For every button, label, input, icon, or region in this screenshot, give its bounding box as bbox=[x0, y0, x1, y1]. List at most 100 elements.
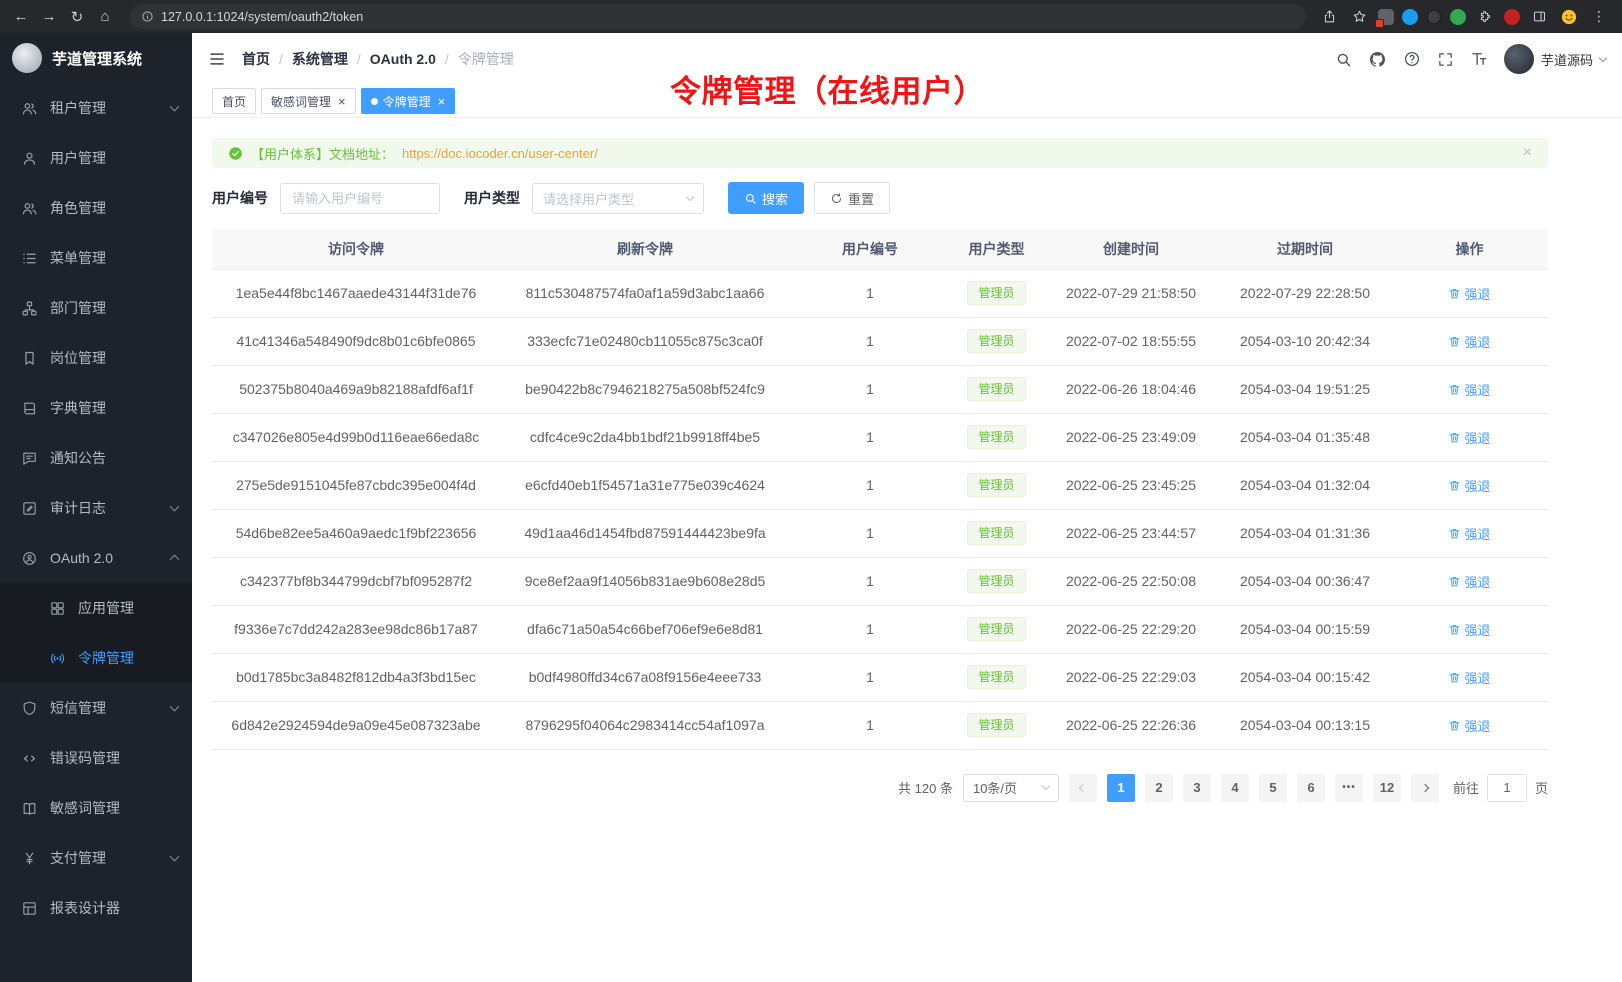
next-page-button[interactable] bbox=[1411, 774, 1439, 802]
screen: ← → ↻ ⌂ 127.0.0.1:1024/system/oauth2/tok… bbox=[0, 0, 1622, 982]
extension-icon-3[interactable] bbox=[1426, 9, 1442, 25]
home-icon[interactable]: ⌂ bbox=[92, 4, 118, 30]
page-button-1[interactable]: 1 bbox=[1107, 774, 1135, 802]
site-info-icon[interactable] bbox=[141, 10, 154, 23]
tab-home[interactable]: 首页 bbox=[212, 88, 256, 114]
page-size-select[interactable]: 10条/页 bbox=[963, 774, 1059, 802]
force-logout-button[interactable]: 强退 bbox=[1448, 524, 1490, 543]
close-icon[interactable]: × bbox=[338, 95, 346, 108]
user-id-cell: 1 bbox=[790, 413, 950, 461]
sidebar-item-pay[interactable]: 支付管理 bbox=[0, 833, 192, 883]
sidebar-item-role[interactable]: 角色管理 bbox=[0, 183, 192, 233]
share-icon[interactable] bbox=[1318, 6, 1340, 28]
sidebar-item-dept[interactable]: 部门管理 bbox=[0, 283, 192, 333]
goto-page-input[interactable] bbox=[1487, 774, 1527, 802]
sidebar-collapse-icon[interactable] bbox=[208, 50, 226, 68]
sidebar-item-sensitive-word[interactable]: 敏感词管理 bbox=[0, 783, 192, 833]
sidebar-item-tenant[interactable]: 租户管理 bbox=[0, 83, 192, 133]
extension-icon-1[interactable] bbox=[1378, 9, 1394, 25]
user-type-select[interactable]: 请选择用户类型 bbox=[532, 183, 704, 214]
column-header: 用户编号 bbox=[790, 229, 950, 269]
extension-icon-5[interactable] bbox=[1504, 9, 1520, 25]
doc-link[interactable]: https://doc.iocoder.cn/user-center/ bbox=[402, 146, 598, 161]
page-button-6[interactable]: 6 bbox=[1297, 774, 1325, 802]
sidebar-item-oauth2-token[interactable]: 令牌管理 bbox=[0, 633, 192, 683]
alert-text: 【用户体系】文档地址： bbox=[251, 144, 394, 163]
font-size-icon[interactable] bbox=[1470, 50, 1488, 68]
search-icon[interactable] bbox=[1335, 51, 1352, 68]
sidebar-item-dict[interactable]: 字典管理 bbox=[0, 383, 192, 433]
reload-icon[interactable]: ↻ bbox=[64, 4, 90, 30]
github-icon[interactable] bbox=[1368, 50, 1387, 69]
tab-token[interactable]: 令牌管理× bbox=[361, 88, 456, 114]
access-token-cell: c347026e805e4d99b0d116eae66eda8c bbox=[212, 413, 500, 461]
sidebar: 芋道管理系统 租户管理用户管理角色管理菜单管理部门管理岗位管理字典管理通知公告审… bbox=[0, 33, 192, 982]
extensions-puzzle-icon[interactable] bbox=[1474, 6, 1496, 28]
page-button-3[interactable]: 3 bbox=[1183, 774, 1211, 802]
page-button-2[interactable]: 2 bbox=[1145, 774, 1173, 802]
user-icon bbox=[20, 149, 38, 167]
tab-sensitive-word[interactable]: 敏感词管理× bbox=[261, 88, 356, 114]
sidebar-item-post[interactable]: 岗位管理 bbox=[0, 333, 192, 383]
sidebar-item-oauth2-app[interactable]: 应用管理 bbox=[0, 583, 192, 633]
page-button-5[interactable]: 5 bbox=[1259, 774, 1287, 802]
extension-icon-2[interactable] bbox=[1402, 9, 1418, 25]
extension-icon-4[interactable] bbox=[1450, 9, 1466, 25]
breadcrumb-item[interactable]: 首页 bbox=[242, 49, 270, 69]
force-logout-button[interactable]: 强退 bbox=[1448, 668, 1490, 687]
sidebar-item-sms[interactable]: 短信管理 bbox=[0, 683, 192, 733]
create-time-cell: 2022-06-25 22:29:20 bbox=[1043, 605, 1219, 653]
alert-close-icon[interactable]: × bbox=[1523, 145, 1532, 161]
force-logout-button[interactable]: 强退 bbox=[1448, 428, 1490, 447]
sidebar-item-notice[interactable]: 通知公告 bbox=[0, 433, 192, 483]
sidebar-item-menu[interactable]: 菜单管理 bbox=[0, 233, 192, 283]
user-avatar bbox=[1504, 44, 1534, 74]
force-logout-button[interactable]: 强退 bbox=[1448, 380, 1490, 399]
force-logout-button[interactable]: 强退 bbox=[1448, 476, 1490, 495]
expire-time-cell: 2022-07-29 22:28:50 bbox=[1219, 269, 1391, 317]
fullscreen-icon[interactable] bbox=[1437, 51, 1454, 68]
address-bar[interactable]: 127.0.0.1:1024/system/oauth2/token bbox=[130, 4, 1306, 29]
list-icon bbox=[20, 249, 38, 267]
user-id-label: 用户编号 bbox=[212, 188, 268, 208]
force-logout-button[interactable]: 强退 bbox=[1448, 332, 1490, 351]
force-logout-button[interactable]: 强退 bbox=[1448, 716, 1490, 735]
force-logout-button[interactable]: 强退 bbox=[1448, 284, 1490, 303]
breadcrumb-item[interactable]: OAuth 2.0 bbox=[370, 51, 436, 67]
sidebar-item-user[interactable]: 用户管理 bbox=[0, 133, 192, 183]
search-button[interactable]: 搜索 bbox=[728, 182, 804, 214]
force-logout-button[interactable]: 强退 bbox=[1448, 620, 1490, 639]
user-id-cell: 1 bbox=[790, 653, 950, 701]
expire-time-cell: 2054-03-04 00:15:42 bbox=[1219, 653, 1391, 701]
user-id-cell: 1 bbox=[790, 365, 950, 413]
user-type-filter: 用户类型 请选择用户类型 bbox=[464, 183, 704, 214]
table-row: 502375b8040a469a9b82188afdf6af1fbe90422b… bbox=[212, 365, 1548, 413]
page-button-12[interactable]: 12 bbox=[1373, 774, 1401, 802]
sidebar-item-report-designer[interactable]: 报表设计器 bbox=[0, 883, 192, 933]
sidebar-item-oauth2[interactable]: OAuth 2.0 bbox=[0, 533, 192, 583]
user-id-input[interactable] bbox=[280, 183, 440, 214]
user-id-cell: 1 bbox=[790, 269, 950, 317]
split-view-icon[interactable] bbox=[1528, 6, 1550, 28]
help-icon[interactable] bbox=[1403, 50, 1421, 68]
breadcrumb-item[interactable]: 系统管理 bbox=[292, 49, 348, 69]
bookmark-star-icon[interactable] bbox=[1348, 6, 1370, 28]
forward-icon[interactable]: → bbox=[36, 4, 62, 30]
profile-avatar-icon[interactable] bbox=[1558, 6, 1580, 28]
sidebar-item-label: 令牌管理 bbox=[78, 648, 134, 668]
browser-menu-icon[interactable]: ⋮ bbox=[1588, 6, 1610, 28]
sidebar-menu: 租户管理用户管理角色管理菜单管理部门管理岗位管理字典管理通知公告审计日志OAut… bbox=[0, 83, 192, 982]
access-token-cell: 502375b8040a469a9b82188afdf6af1f bbox=[212, 365, 500, 413]
user-menu[interactable]: 芋道源码 bbox=[1504, 44, 1606, 74]
sidebar-item-audit-log[interactable]: 审计日志 bbox=[0, 483, 192, 533]
page-button-4[interactable]: 4 bbox=[1221, 774, 1249, 802]
force-logout-button[interactable]: 强退 bbox=[1448, 572, 1490, 591]
back-icon[interactable]: ← bbox=[8, 4, 34, 30]
prev-page-button[interactable] bbox=[1069, 774, 1097, 802]
close-icon[interactable]: × bbox=[438, 95, 446, 108]
reset-button[interactable]: 重置 bbox=[814, 182, 890, 214]
app-logo-avatar bbox=[12, 43, 42, 73]
sidebar-item-error-code[interactable]: 错误码管理 bbox=[0, 733, 192, 783]
user-type-label: 用户类型 bbox=[464, 188, 520, 208]
more-pages-button[interactable]: ••• bbox=[1335, 774, 1363, 802]
